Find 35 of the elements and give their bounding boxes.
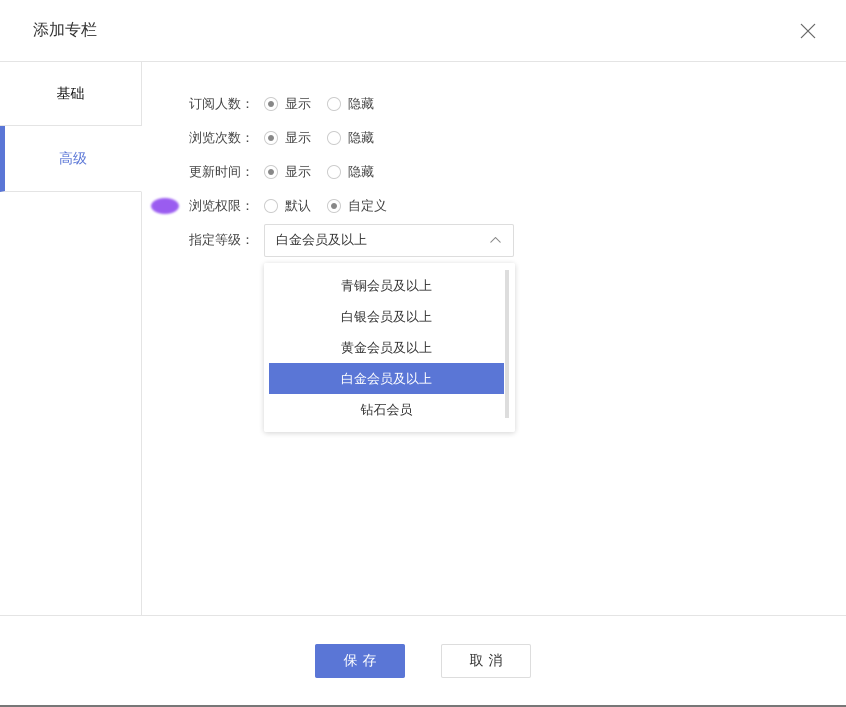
radio-label[interactable]: 显示: [285, 95, 311, 113]
cancel-button[interactable]: 取消: [441, 644, 531, 678]
dropdown-option[interactable]: 青铜会员及以上: [269, 270, 504, 301]
dropdown-option[interactable]: 黄金会员及以上: [269, 332, 504, 363]
dropdown-option[interactable]: 白银会员及以上: [269, 301, 504, 332]
radio-button[interactable]: [264, 97, 278, 111]
radio-button[interactable]: [264, 199, 278, 213]
dropdown-option[interactable]: 白金会员及以上: [269, 363, 504, 394]
radio-button[interactable]: [327, 165, 341, 179]
radio-label[interactable]: 隐藏: [348, 95, 374, 113]
close-icon[interactable]: [800, 22, 816, 38]
radio-button[interactable]: [327, 199, 341, 213]
field-label: 指定等级：: [189, 232, 255, 249]
scribble-mark: [151, 198, 179, 214]
chevron-up-icon: [490, 237, 501, 243]
radio-button[interactable]: [264, 165, 278, 179]
radio-button[interactable]: [327, 131, 341, 145]
save-button[interactable]: 保存: [315, 644, 405, 678]
field-label: 更新时间：: [189, 164, 255, 181]
radio-label[interactable]: 默认: [285, 197, 311, 215]
dialog-title: 添加专栏: [33, 20, 97, 41]
radio-button[interactable]: [327, 97, 341, 111]
field-label: 浏览次数：: [189, 130, 255, 147]
radio-label[interactable]: 隐藏: [348, 129, 374, 147]
sidebar-tab[interactable]: 高级: [0, 126, 142, 192]
radio-label[interactable]: 显示: [285, 129, 311, 147]
field-label: 订阅人数：: [189, 96, 255, 113]
field-label: 浏览权限：: [189, 198, 255, 215]
radio-label[interactable]: 自定义: [348, 197, 387, 215]
radio-label[interactable]: 隐藏: [348, 163, 374, 181]
level-select[interactable]: 白金会员及以上: [264, 224, 514, 256]
scrollbar[interactable]: [505, 270, 509, 418]
radio-button[interactable]: [264, 131, 278, 145]
dropdown-option[interactable]: 钻石会员: [269, 394, 504, 425]
radio-label[interactable]: 显示: [285, 163, 311, 181]
